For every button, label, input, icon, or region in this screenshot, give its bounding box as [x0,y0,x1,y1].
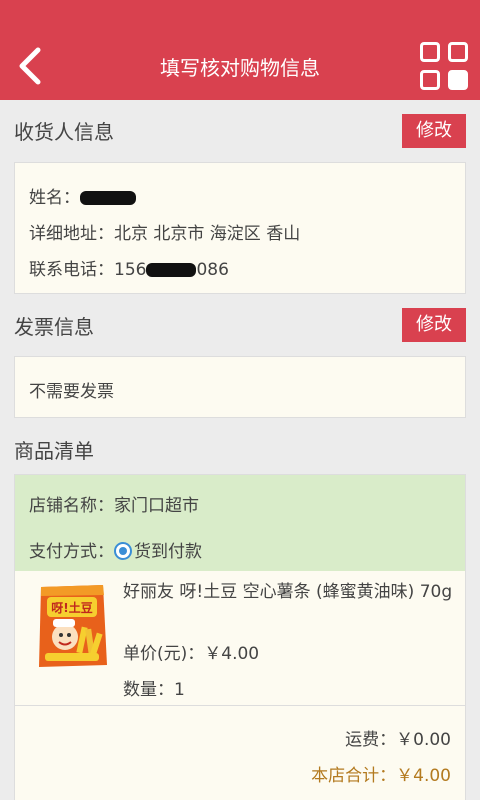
consignee-section-title: 收货人信息 [14,120,114,144]
payment-option-label: 货到付款 [134,542,202,562]
edit-invoice-button[interactable]: 修改 [402,308,466,342]
consignee-name-row: 姓名： [29,183,136,208]
payment-label: 支付方式： [29,542,114,562]
grid-icon [420,42,440,62]
package-text: 呀!土豆 [51,600,92,615]
invoice-value: 不需要发票 [29,382,114,402]
goods-card: 店铺名称：家门口超市 支付方式： 货到付款 呀!土豆 好丽友 呀!土豆 空心薯条 … [14,474,466,800]
redacted-phone [146,263,197,277]
menu-button[interactable] [420,42,468,90]
product-name[interactable]: 好丽友 呀!土豆 空心薯条 (蜂蜜黄油味) 70g [123,579,457,605]
product-image: 呀!土豆 [39,585,107,667]
invoice-section-title: 发票信息 [14,315,94,339]
status-bar [0,0,480,32]
navigation-bar: 填写核对购物信息 [0,32,480,100]
consignee-address-row: 详细地址：北京 北京市 海淀区 香山 [29,219,300,244]
product-price: 单价(元)：￥4.00 [123,644,260,664]
shop-total: 本店合计：￥4.00 [311,766,451,786]
phone-suffix: 086 [196,260,229,280]
shop-label: 店铺名称： [29,496,114,516]
phone-label: 联系电话： [29,260,114,280]
redacted-name [80,191,136,205]
grid-icon-cell [420,70,440,90]
shop-name: 家门口超市 [114,496,199,516]
shipping-fee: 运费：￥0.00 [345,730,451,750]
edit-consignee-button[interactable]: 修改 [402,114,466,148]
grid-icon-cell [448,70,468,90]
divider [15,705,465,706]
shop-name-row: 店铺名称：家门口超市 [29,491,199,516]
name-label: 姓名： [29,188,80,208]
goods-section-title: 商品清单 [14,439,94,463]
payment-row: 支付方式： 货到付款 [29,537,202,562]
radio-selected-icon[interactable] [114,542,132,560]
consignee-card: 姓名： 详细地址：北京 北京市 海淀区 香山 联系电话：156 086 [14,162,466,294]
payment-option[interactable]: 货到付款 [114,542,202,562]
grid-icon-cell [448,42,468,62]
address-value: 北京 北京市 海淀区 香山 [114,224,301,244]
page-title: 填写核对购物信息 [160,56,320,80]
address-label: 详细地址： [29,224,114,244]
consignee-phone-row: 联系电话：156 086 [29,255,229,280]
shop-header: 店铺名称：家门口超市 支付方式： 货到付款 [15,475,465,571]
phone-prefix: 156 [114,260,147,280]
invoice-card: 不需要发票 [14,356,466,418]
product-quantity: 数量：1 [123,680,185,700]
